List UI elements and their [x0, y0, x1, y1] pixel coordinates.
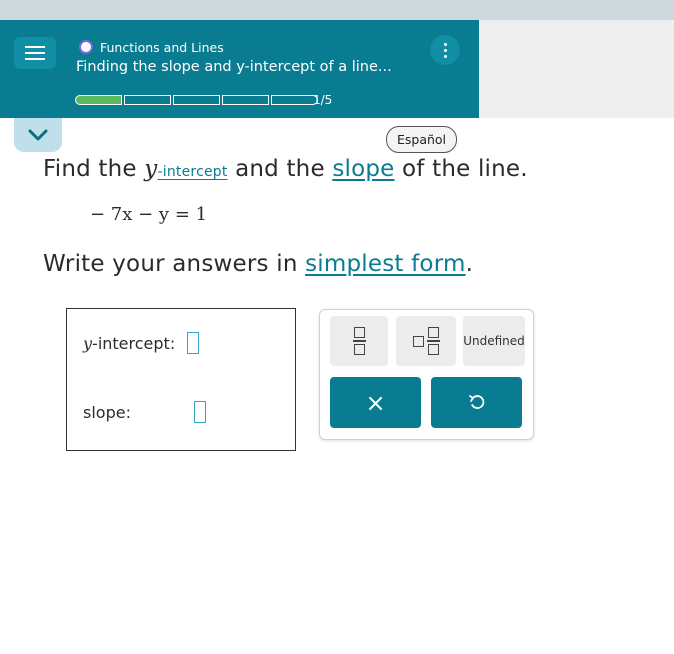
equation: − 7x − y = 1 — [90, 204, 208, 225]
instruction-text: and the — [227, 156, 333, 182]
slope-glossary-link[interactable]: slope — [332, 156, 394, 182]
undo-button[interactable] — [431, 377, 522, 428]
clear-icon: × — [365, 388, 386, 417]
mixed-number-button[interactable] — [396, 316, 456, 366]
kebab-menu-icon[interactable] — [430, 35, 460, 65]
clear-button[interactable]: × — [330, 377, 421, 428]
collapse-header-button[interactable] — [14, 118, 62, 152]
fraction-button[interactable] — [330, 316, 388, 366]
slope-row: slope: — [83, 401, 206, 423]
answer-box: y -intercept: slope: — [66, 308, 296, 451]
header-right-panel — [479, 20, 674, 118]
variable-y: y — [83, 333, 93, 353]
hamburger-menu-icon[interactable] — [14, 37, 56, 69]
math-keypad: Undefined × — [319, 309, 534, 440]
progress-segment — [75, 95, 122, 105]
progress-segment — [173, 95, 220, 105]
topic-row: Functions and Lines — [79, 39, 224, 55]
answer-instruction: Write your answers in simplest form. — [43, 251, 473, 277]
variable-y: y — [144, 156, 158, 182]
slope-label: slope: — [83, 402, 131, 422]
y-intercept-row: y -intercept: — [83, 332, 200, 354]
undefined-label: Undefined — [463, 334, 525, 348]
language-toggle-button[interactable]: Español — [386, 126, 457, 153]
progress-count: 1/5 — [313, 93, 333, 107]
lesson-title: Finding the slope and y-intercept of a l… — [76, 59, 392, 75]
topic-status-icon — [79, 40, 93, 54]
progress-bar — [75, 95, 320, 105]
y-intercept-input[interactable] — [187, 332, 200, 354]
progress-segment — [124, 95, 171, 105]
instruction-text: . — [465, 251, 474, 277]
instruction-text: of the line. — [394, 156, 528, 182]
simplest-form-glossary-link[interactable]: simplest form — [305, 251, 465, 277]
lesson-header: Functions and Lines Finding the slope an… — [0, 20, 479, 118]
chevron-down-icon — [28, 129, 48, 141]
intercept-glossary-link[interactable]: -intercept — [158, 164, 228, 180]
top-strip — [0, 0, 674, 20]
fraction-icon — [352, 327, 366, 355]
undo-icon — [468, 394, 484, 409]
topic-label: Functions and Lines — [100, 39, 224, 55]
mixed-number-icon — [412, 327, 440, 355]
undefined-button[interactable]: Undefined — [463, 316, 525, 366]
instruction-text: Write your answers in — [43, 251, 306, 277]
problem-instruction: Find the y-intercept and the slope of th… — [43, 156, 528, 182]
y-intercept-label: -intercept: — [92, 333, 176, 353]
progress-segment — [271, 95, 318, 105]
progress-segment — [222, 95, 269, 105]
instruction-text: Find the — [43, 156, 145, 182]
slope-input[interactable] — [193, 401, 206, 423]
